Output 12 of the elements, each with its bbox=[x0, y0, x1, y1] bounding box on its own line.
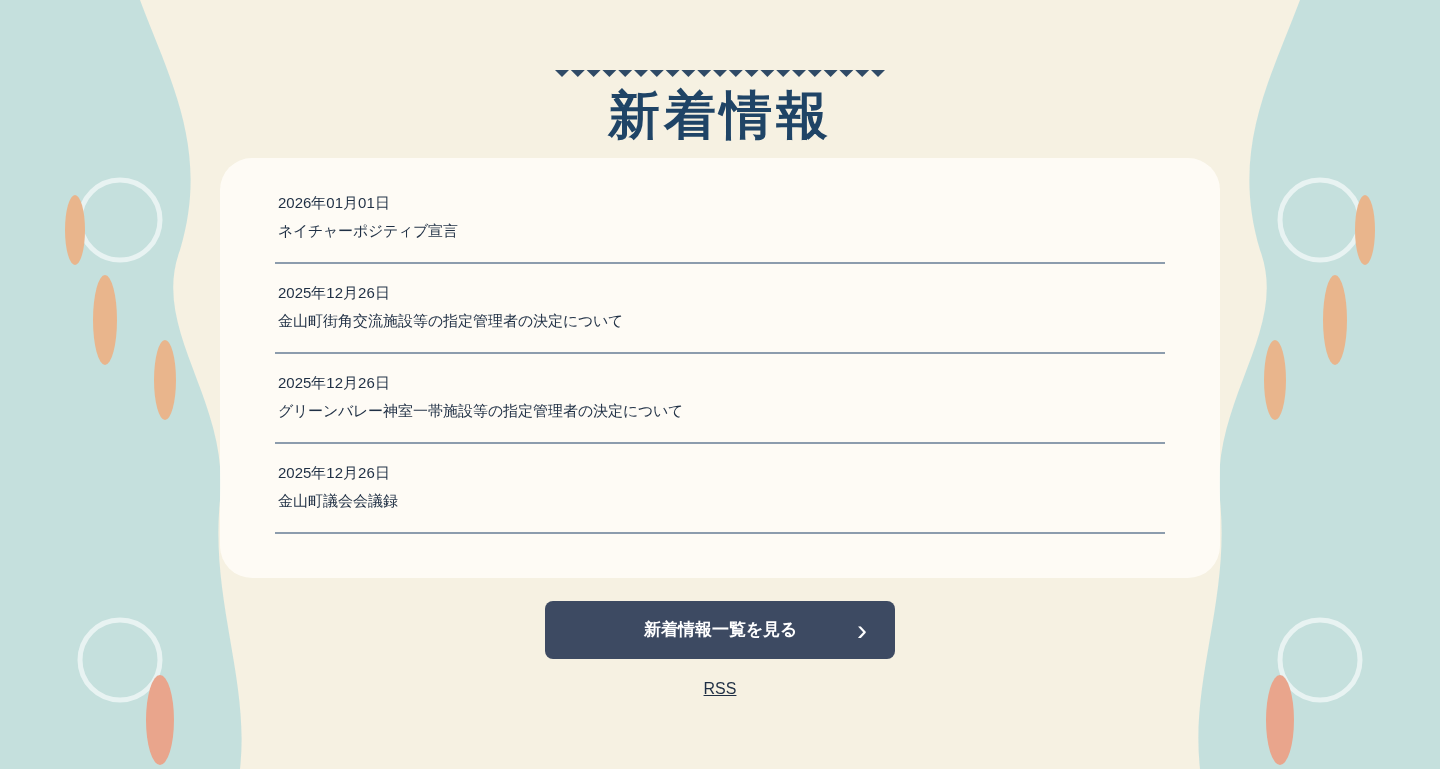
section-heading: 新着情報 bbox=[608, 83, 832, 147]
news-date: 2025年12月26日 bbox=[278, 283, 391, 303]
chevron-right-icon: › bbox=[857, 615, 867, 645]
news-title-link[interactable]: 金山町街角交流施設等の指定管理者の決定について bbox=[278, 310, 623, 332]
news-date: 2025年12月26日 bbox=[278, 373, 391, 393]
news-title-link[interactable]: ネイチャーポジティブ宣言 bbox=[278, 220, 458, 242]
news-date: 2025年12月26日 bbox=[278, 463, 391, 483]
news-title-link[interactable]: グリーンバレー神室一帯施設等の指定管理者の決定について bbox=[278, 400, 683, 422]
news-date: 2026年01月01日 bbox=[278, 193, 391, 213]
news-title-link[interactable]: 金山町議会会議録 bbox=[278, 490, 398, 512]
view-all-news-button[interactable]: 新着情報一覧を見る › bbox=[545, 601, 895, 659]
rss-link[interactable]: RSS bbox=[703, 677, 737, 701]
